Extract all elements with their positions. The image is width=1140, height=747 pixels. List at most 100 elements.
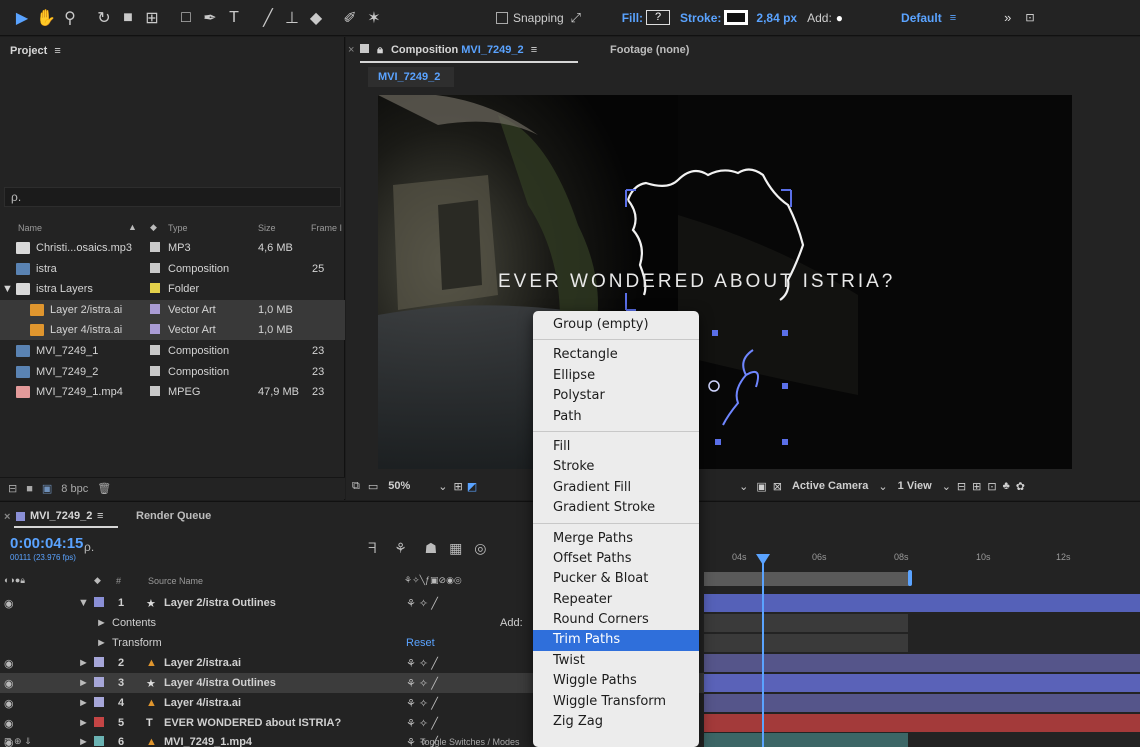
item-label-swatch[interactable] xyxy=(150,324,160,335)
new-composition-icon[interactable]: ▣ xyxy=(42,482,52,495)
menu-item-twist[interactable]: Twist xyxy=(533,651,699,671)
panel-menu-icon[interactable]: ≡ xyxy=(54,45,60,57)
lock-icon[interactable]: 🔒︎ xyxy=(377,44,383,56)
tab-render-queue[interactable]: Render Queue xyxy=(136,510,211,522)
tab-footage[interactable]: Footage (none) xyxy=(610,44,689,56)
delete-icon[interactable]: 🗑 xyxy=(97,482,111,495)
fill-label[interactable]: Fill: xyxy=(622,11,643,25)
twirl-down-icon[interactable]: ▼ xyxy=(78,597,89,609)
search-help-icon[interactable]: ⊡ xyxy=(1025,11,1034,24)
layer-duration-bar[interactable] xyxy=(704,634,908,652)
menu-item-repeater[interactable]: Repeater xyxy=(533,590,699,610)
layer-label-swatch[interactable] xyxy=(94,697,104,707)
layer-duration-bar[interactable] xyxy=(704,674,1140,692)
composition-viewer[interactable]: EVER WONDERED ABOUT ISTRIA? xyxy=(378,95,1072,469)
layer-duration-bar[interactable] xyxy=(704,654,1140,672)
project-item[interactable]: istra Layers Folder ▼ xyxy=(0,279,345,299)
stroke-swatch[interactable] xyxy=(724,10,749,25)
stroke-width[interactable]: 2,84 px xyxy=(756,11,797,25)
av-features-icon[interactable]: ◐◑●🔒︎ xyxy=(4,575,25,586)
menu-item-fill[interactable]: Fill xyxy=(533,437,699,457)
layer-label-swatch[interactable] xyxy=(94,717,104,727)
snapping-checkbox[interactable] xyxy=(496,11,508,24)
menu-item-ellipse[interactable]: Ellipse xyxy=(533,366,699,386)
brush-tool-icon[interactable]: ╱ xyxy=(256,6,280,30)
work-area-end-handle[interactable] xyxy=(908,570,912,586)
workspace-label[interactable]: Default xyxy=(901,11,942,25)
view-chevron-icon[interactable]: ⌄ xyxy=(739,480,748,493)
monitor-icon[interactable]: ▭ xyxy=(368,480,378,493)
type-tool-icon[interactable]: T xyxy=(222,6,246,30)
layer-duration-bar[interactable] xyxy=(704,694,1140,712)
rectangle-tool-icon[interactable]: □ xyxy=(174,6,198,30)
visibility-toggle-icon[interactable]: ◉ xyxy=(4,697,14,710)
project-item[interactable]: MVI_7249_1 Composition 23 xyxy=(0,341,345,361)
region-icon[interactable]: ▣ xyxy=(756,480,766,493)
twirl-down-icon[interactable]: ► xyxy=(78,657,89,669)
folder-disclosure-icon[interactable]: ▼ xyxy=(2,283,13,295)
view-layout-dropdown[interactable]: 1 View xyxy=(898,480,932,492)
timeline-icon[interactable]: ⊡ xyxy=(987,480,996,493)
layer-switches-icon[interactable]: ⚘ ✧ ╱ xyxy=(406,677,438,690)
name-column-header[interactable]: Name xyxy=(18,223,42,233)
label-column-icon[interactable]: ◆ xyxy=(150,222,157,233)
project-item[interactable]: Layer 2/istra.ai Vector Art 1,0 MB xyxy=(0,299,345,320)
transparency-grid-icon[interactable]: ⊠ xyxy=(773,480,782,493)
type-column-header[interactable]: Type xyxy=(168,223,188,233)
layer-duration-bar[interactable] xyxy=(704,714,1140,732)
layer-duration-bar[interactable] xyxy=(704,614,908,632)
twirl-down-icon[interactable]: ► xyxy=(78,697,89,709)
tab-composition[interactable]: 🔒︎ Composition MVI_7249_2 ≡ xyxy=(360,44,537,57)
source-name-header[interactable]: Source Name xyxy=(148,576,203,586)
sort-arrow-icon[interactable]: ▲ xyxy=(128,222,137,232)
close-tab-icon[interactable]: × xyxy=(348,44,354,56)
reset-transform-link[interactable]: Reset xyxy=(406,637,435,649)
layer-name[interactable]: Layer 4/istra Outlines xyxy=(164,677,276,689)
item-label-swatch[interactable] xyxy=(150,345,160,355)
zoom-chevron-icon[interactable]: ⌄ xyxy=(438,480,447,493)
layer-switches-icon[interactable]: ⚘ ✧ ╱ xyxy=(406,697,438,710)
clone-stamp-tool-icon[interactable]: ⊥ xyxy=(280,6,304,30)
layer-switches-icon[interactable]: ⚘ ✧ ╱ xyxy=(406,717,438,730)
bit-depth-label[interactable]: 8 bpc xyxy=(61,483,88,495)
layer-label-swatch[interactable] xyxy=(94,677,104,687)
add-property-label[interactable]: Add: xyxy=(500,617,523,629)
menu-item-round-corners[interactable]: Round Corners xyxy=(533,610,699,630)
menu-item-group-empty[interactable]: Group (empty) xyxy=(533,315,699,335)
snapping-options-icon[interactable]: ⤢ xyxy=(564,6,588,30)
puppet-tool-icon[interactable]: ✶ xyxy=(362,6,386,30)
zoom-tool-icon[interactable]: ⚲ xyxy=(58,6,82,30)
menu-item-merge-paths[interactable]: Merge Paths xyxy=(533,529,699,549)
item-label-swatch[interactable] xyxy=(150,365,160,376)
layer-name[interactable]: Layer 2/istra Outlines xyxy=(164,597,276,609)
toggle-switches-modes[interactable]: Toggle Switches / Modes xyxy=(420,737,520,747)
layout-chevron-icon[interactable]: ⌄ xyxy=(942,480,951,493)
menu-item-zig-zag[interactable]: Zig Zag xyxy=(533,712,699,732)
item-label-swatch[interactable] xyxy=(150,242,160,252)
pixel-aspect-icon[interactable]: ⊟ xyxy=(957,480,966,493)
interpret-footage-icon[interactable]: ⊟ xyxy=(8,482,17,495)
visibility-toggle-icon[interactable]: ◉ xyxy=(4,657,14,670)
pan-behind-tool-icon[interactable]: ⊞ xyxy=(140,6,164,30)
layer-name[interactable]: Layer 4/istra.ai xyxy=(164,697,241,709)
viewer-text-layer[interactable]: EVER WONDERED ABOUT ISTRIA? xyxy=(498,271,895,293)
layer-duration-bar[interactable] xyxy=(704,594,1140,612)
menu-item-offset-paths[interactable]: Offset Paths xyxy=(533,549,699,569)
flowchart-icon[interactable]: ♣ xyxy=(1003,480,1010,492)
menu-item-wiggle-paths[interactable]: Wiggle Paths xyxy=(533,671,699,691)
fit-icon[interactable]: ⊞ xyxy=(454,480,463,493)
item-label-swatch[interactable] xyxy=(150,303,160,314)
menu-item-gradient-stroke[interactable]: Gradient Stroke xyxy=(533,498,699,518)
frame-blend-icon[interactable]: ▦ xyxy=(449,540,462,556)
hand-tool-icon[interactable]: ✋ xyxy=(34,6,58,30)
property-name[interactable]: Transform xyxy=(112,637,162,649)
selection-tool-icon[interactable]: ▶ xyxy=(10,6,34,30)
exposure-icon[interactable]: ✿ xyxy=(1016,480,1025,493)
project-search-input[interactable]: ρ. xyxy=(4,187,341,207)
menu-item-wiggle-transform[interactable]: Wiggle Transform xyxy=(533,692,699,712)
timeline-search-input[interactable]: ρ. xyxy=(84,540,364,558)
visibility-toggle-icon[interactable]: ◉ xyxy=(4,597,14,610)
always-preview-icon[interactable]: ⧉ xyxy=(352,480,360,493)
tab-timeline[interactable]: MVI_7249_2 xyxy=(30,510,92,522)
layer-name[interactable]: Layer 2/istra.ai xyxy=(164,657,241,669)
